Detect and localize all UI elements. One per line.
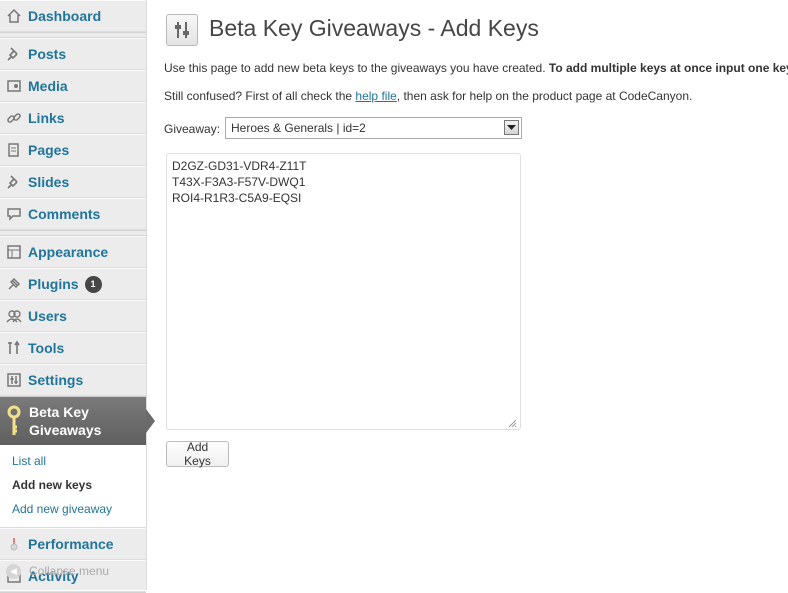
menu-settings[interactable]: Settings <box>0 364 146 396</box>
keys-textarea[interactable]: D2GZ-GD31-VDR4-Z11T T43X-F3A3-F57V-DWQ1 … <box>166 153 521 430</box>
giveaway-selected-value: Heroes & Generals | id=2 <box>231 121 366 135</box>
performance-icon <box>5 535 23 553</box>
tools-icon <box>5 339 23 357</box>
menu-beta-key-giveaways[interactable]: Beta Key Giveaways <box>0 397 155 445</box>
menu-label-line2: Giveaways <box>29 422 102 438</box>
menu-label: Performance <box>28 536 114 552</box>
menu-media[interactable]: Media <box>0 70 146 102</box>
key-icon <box>5 404 23 438</box>
menu-label: Comments <box>28 206 101 222</box>
settings-icon <box>5 371 23 389</box>
collapse-menu-button[interactable]: ◀ Collapse menu <box>0 558 146 584</box>
menu-appearance[interactable]: Appearance <box>0 236 146 268</box>
intro-text-plain: Use this page to add new beta keys to th… <box>164 61 549 75</box>
key-line: D2GZ-GD31-VDR4-Z11T <box>172 159 307 173</box>
pushpin-icon <box>5 45 23 63</box>
menu-tools[interactable]: Tools <box>0 332 146 364</box>
giveaway-select[interactable]: Heroes & Generals | id=2 <box>225 117 522 139</box>
admin-sidebar: Dashboard Posts Media Links Pages Slides… <box>0 0 155 593</box>
help-file-link[interactable]: help file <box>355 89 396 103</box>
menu-label: Users <box>28 308 67 324</box>
submenu-add-new-giveaway[interactable]: Add new giveaway <box>0 497 146 521</box>
menu-label: Posts <box>28 46 67 62</box>
menu-label: Settings <box>28 372 84 388</box>
resize-grip-icon[interactable] <box>507 416 517 428</box>
menu-plugins[interactable]: Plugins 1 <box>0 268 146 300</box>
collapse-menu-label: Collapse menu <box>29 564 110 578</box>
menu-label: Pages <box>28 142 70 158</box>
settings-sliders-icon <box>166 14 198 46</box>
pages-icon <box>5 141 23 159</box>
intro-text-bold: To add multiple keys at once input one k… <box>548 61 788 75</box>
menu-links[interactable]: Links <box>0 102 146 134</box>
key-line: T43X-F3A3-F57V-DWQ1 <box>172 175 306 189</box>
giveaway-label: Giveaway: <box>164 122 221 136</box>
menu-posts[interactable]: Posts <box>0 38 146 70</box>
help-text: Still confused? First of all check the h… <box>164 89 692 103</box>
menu-comments[interactable]: Comments <box>0 198 146 230</box>
menu-label: Slides <box>28 174 70 190</box>
collapse-arrow-icon: ◀ <box>6 563 21 579</box>
menu-performance[interactable]: Performance <box>0 528 146 560</box>
chevron-down-icon[interactable] <box>504 120 519 135</box>
menu-pages[interactable]: Pages <box>0 134 146 166</box>
menu-label: Links <box>28 110 65 126</box>
appearance-icon <box>5 243 23 261</box>
plugin-icon <box>5 275 23 293</box>
intro-text: Use this page to add new beta keys to th… <box>164 61 788 75</box>
menu-label-line1: Beta Key <box>29 404 89 420</box>
add-keys-button[interactable]: Add Keys <box>166 440 229 468</box>
key-line: ROI4-R1R3-C5A9-EQSI <box>172 191 302 205</box>
menu-dashboard[interactable]: Dashboard <box>0 0 146 32</box>
pushpin-icon <box>5 173 23 191</box>
submenu-list-all[interactable]: List all <box>0 449 146 473</box>
menu-label: Media <box>28 78 68 94</box>
menu-label: Plugins <box>28 276 79 292</box>
menu-label: Dashboard <box>28 8 102 24</box>
submenu-add-new-keys[interactable]: Add new keys <box>0 473 146 497</box>
submenu: List all Add new keys Add new giveaway <box>0 445 146 528</box>
help-text-post: , then ask for help on the product page … <box>396 89 693 103</box>
menu-users[interactable]: Users <box>0 300 146 332</box>
menu-slides[interactable]: Slides <box>0 166 146 198</box>
update-count-badge: 1 <box>84 275 102 293</box>
comments-icon <box>5 205 23 223</box>
dashboard-icon <box>5 7 23 25</box>
help-text-pre: Still confused? First of all check the <box>164 89 356 103</box>
menu-label: Beta Key Giveaways <box>29 403 101 439</box>
users-icon <box>5 307 23 325</box>
menu-label: Appearance <box>28 244 109 260</box>
menu-label: Tools <box>28 340 65 356</box>
media-icon <box>5 77 23 95</box>
main-content: Beta Key Giveaways - Add Keys Use this p… <box>164 0 788 590</box>
link-icon <box>5 109 23 127</box>
page-title: Beta Key Giveaways - Add Keys <box>209 15 539 41</box>
